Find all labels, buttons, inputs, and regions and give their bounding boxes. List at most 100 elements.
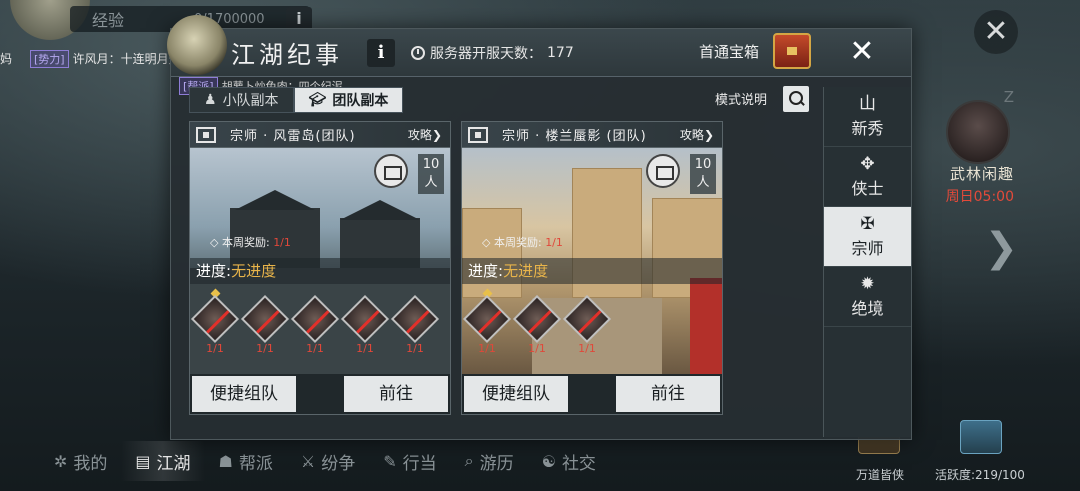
magnifier-icon: ⌕ xyxy=(464,451,474,470)
boss-portrait[interactable]: 1/1 xyxy=(340,294,390,355)
nav-item[interactable]: ▤ 江湖 xyxy=(121,441,205,481)
first-clear-chest-icon[interactable] xyxy=(773,33,811,69)
boss-portrait[interactable]: 1/1 xyxy=(512,294,562,355)
strategy-link[interactable]: 攻略❯ xyxy=(680,126,714,143)
boss-kill-count: 1/1 xyxy=(356,342,374,355)
card-header: 宗师 · 风雷岛(团队) 攻略❯ xyxy=(190,122,450,148)
nav-label: 纷争 xyxy=(321,453,356,474)
monitor-icon[interactable] xyxy=(468,126,488,143)
card-header: 宗师 · 楼兰蜃影 (团队) 攻略❯ xyxy=(462,122,722,148)
boss-kill-count: 1/1 xyxy=(478,342,496,355)
boss-kill-count: 1/1 xyxy=(256,342,274,355)
go-button[interactable]: 前往 xyxy=(616,376,720,412)
tab-raid-dungeon[interactable]: 🎓︎ 团队副本 xyxy=(293,87,404,113)
team-icon: ♟ xyxy=(204,92,217,108)
sprout-icon: 山 xyxy=(859,94,876,114)
server-days-label: 服务器开服天数： xyxy=(430,46,542,62)
difficulty-item[interactable]: 山新秀 xyxy=(824,87,911,147)
boss-kill-count: 1/1 xyxy=(406,342,424,355)
strategy-link[interactable]: 攻略❯ xyxy=(408,126,442,143)
activity-chest-icon[interactable] xyxy=(960,420,1002,454)
nav-label: 社交 xyxy=(561,453,596,474)
tab-squad-dungeon[interactable]: ♟ 小队副本 xyxy=(189,87,294,113)
bottom-item-label: 万道皆侠 xyxy=(855,468,904,482)
panel-header: 江湖纪事 i 服务器开服天数： 177 首通宝箱 ✕ xyxy=(167,15,911,77)
panel-info-button[interactable]: i xyxy=(367,39,395,67)
gear-icon: ✲ xyxy=(54,451,68,471)
dungeon-card[interactable]: 宗师 · 楼兰蜃影 (团队) 攻略❯ 10 人 ◇ 本周奖励: 1/1 进度:无进… xyxy=(461,121,723,415)
quick-team-button[interactable]: 便捷组队 xyxy=(464,376,568,412)
nav-label: 帮派 xyxy=(238,453,273,474)
event-portrait[interactable] xyxy=(946,100,1010,164)
sword-emblem-icon: ✥ xyxy=(860,154,875,174)
skull-emblem-icon: ✹ xyxy=(860,274,875,294)
guild-icon: ☗ xyxy=(218,451,233,471)
dungeon-tabs: ♟ 小队副本 🎓︎ 团队副本 xyxy=(189,87,404,113)
player-count: 10 人 xyxy=(690,154,716,194)
server-days-value: 177 xyxy=(547,45,574,61)
boss-list: 1/1 1/1 1/1 1/1 1/1 xyxy=(190,288,440,355)
monitor-icon[interactable] xyxy=(196,126,216,143)
reward-chest-icon[interactable] xyxy=(374,154,408,188)
nav-item[interactable]: ☗ 帮派 xyxy=(205,441,287,481)
boss-defeated-icon xyxy=(290,294,340,344)
boss-portrait[interactable]: 1/1 xyxy=(390,294,440,355)
boss-portrait[interactable]: 1/1 xyxy=(290,294,340,355)
boss-portrait[interactable]: 1/1 xyxy=(190,288,240,355)
difficulty-label: 绝境 xyxy=(851,299,884,318)
go-button[interactable]: 前往 xyxy=(344,376,448,412)
panel-title: 江湖纪事 xyxy=(231,41,343,69)
hud-close-button[interactable]: ✕ xyxy=(974,10,1018,54)
nav-item[interactable]: ⚔ 纷争 xyxy=(287,441,369,481)
difficulty-sidebar: 山新秀 ✥ 侠士 ✠ 宗师 ✹ 绝境 xyxy=(823,87,911,437)
tab-label: 小队副本 xyxy=(222,93,279,109)
nav-item[interactable]: ✲ 我的 xyxy=(40,441,121,481)
dungeon-name: 宗师 · 楼兰蜃影 (团队) xyxy=(502,129,647,144)
event-title: 武林闲趣 xyxy=(949,165,1014,183)
chevron-right-icon[interactable]: ❯ xyxy=(984,225,1018,271)
boss-kill-count: 1/1 xyxy=(306,342,324,355)
difficulty-label: 新秀 xyxy=(851,119,884,138)
boss-kill-count: 1/1 xyxy=(528,342,546,355)
weekly-reward: ◇ 本周奖励: 1/1 xyxy=(482,236,563,249)
difficulty-label: 侠士 xyxy=(851,179,884,198)
progress-row: 进度:无进度 xyxy=(190,258,450,284)
nav-item[interactable]: ✎ 行当 xyxy=(369,441,450,481)
boss-portrait[interactable]: 1/1 xyxy=(462,288,512,355)
difficulty-item[interactable]: ✠ 宗师 xyxy=(824,207,911,267)
boss-defeated-icon xyxy=(390,294,440,344)
quick-team-button[interactable]: 便捷组队 xyxy=(192,376,296,412)
people-icon: ☯ xyxy=(541,451,556,471)
nav-item[interactable]: ⌕ 游历 xyxy=(451,441,528,481)
nav-item[interactable]: ☯ 社交 xyxy=(528,441,610,481)
reward-chest-icon[interactable] xyxy=(646,154,680,188)
difficulty-item[interactable]: ✥ 侠士 xyxy=(824,147,911,207)
difficulty-item[interactable]: ✹ 绝境 xyxy=(824,267,911,327)
difficulty-label: 宗师 xyxy=(851,239,884,258)
nav-label: 江湖 xyxy=(156,453,191,474)
graduation-cap-icon: 🎓︎ xyxy=(308,92,327,108)
weekly-reward: ◇ 本周奖励: 1/1 xyxy=(210,236,291,249)
panel-close-button[interactable]: ✕ xyxy=(843,33,881,71)
boss-defeated-icon xyxy=(190,294,240,344)
mode-explain-link[interactable]: 模式说明 xyxy=(715,89,767,108)
nav-label: 游历 xyxy=(479,453,514,474)
boss-kill-count: 1/1 xyxy=(578,342,596,355)
chat-fragment: 妈 xyxy=(0,52,13,66)
activity-label: 活跃度:219/100 xyxy=(935,468,1025,482)
tools-icon: ✎ xyxy=(383,451,397,471)
boss-portrait[interactable]: 1/1 xyxy=(240,294,290,355)
bottom-nav: ✲ 我的 ▤ 江湖 ☗ 帮派 ⚔ 纷争 ✎ 行当 ⌕ 游历 ☯ 社交 xyxy=(40,441,610,481)
search-icon[interactable] xyxy=(783,86,809,112)
boss-defeated-icon xyxy=(240,294,290,344)
tab-label: 团队副本 xyxy=(332,93,389,109)
boss-list: 1/1 1/1 1/1 xyxy=(462,288,612,355)
dungeon-card[interactable]: 宗师 · 风雷岛(团队) 攻略❯ 10 人 ◇ 本周奖励: 1/1 进度:无进度 … xyxy=(189,121,451,415)
book-icon: ▤ xyxy=(135,451,151,471)
boss-defeated-icon xyxy=(462,294,512,344)
boss-portrait[interactable]: 1/1 xyxy=(562,294,612,355)
first-chest-label: 首通宝箱 xyxy=(699,43,760,61)
boss-defeated-icon xyxy=(562,294,612,344)
event-time: 周日05:00 xyxy=(945,189,1014,205)
progress-row: 进度:无进度 xyxy=(462,258,722,284)
